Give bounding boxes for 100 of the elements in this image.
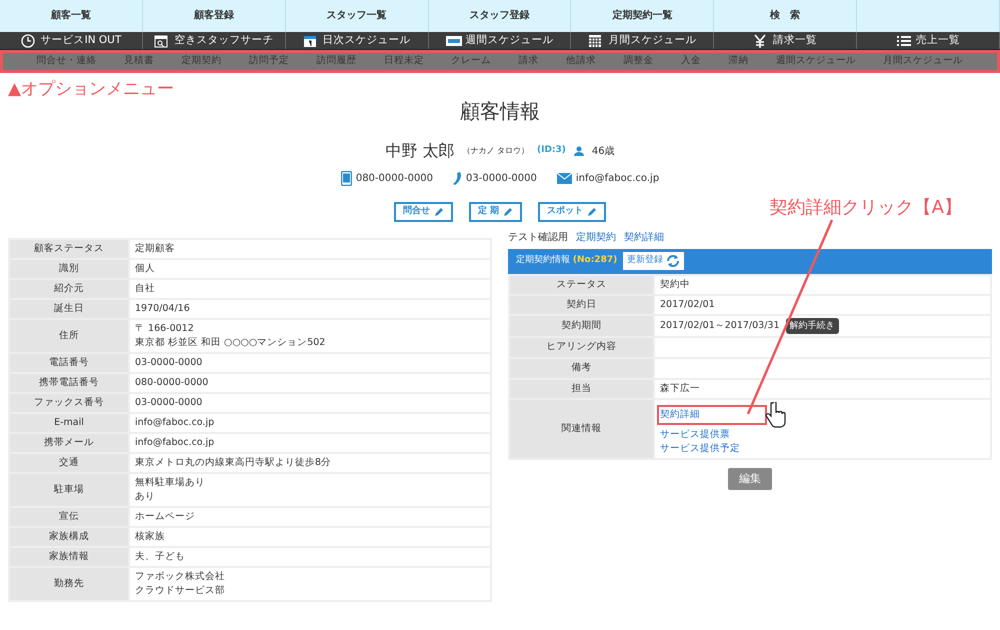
table-cell: ヒアリング内容 — [509, 336, 654, 358]
table-cell: E-mail — [9, 412, 129, 432]
table-cell: 〒 166-0012 東京都 杉並区 和田 ○○○○マンション502 — [129, 318, 491, 352]
link[interactable]: 契約詳細 — [660, 408, 764, 422]
nav-link[interactable]: 月間スケジュール — [588, 32, 696, 49]
nav-link[interactable]: スタッフ一覧 — [326, 10, 387, 21]
nav-link[interactable]: 空きスタッフサーチ — [154, 32, 274, 49]
menu-link[interactable]: 日程未定 — [384, 54, 424, 69]
table-cell: 契約日 — [509, 294, 654, 314]
hand-cursor-icon — [764, 402, 786, 428]
nav-link[interactable]: 検 索 — [770, 10, 800, 21]
table-cell: 定期顧客 — [129, 238, 491, 258]
menu-link[interactable]: 訪問履歴 — [316, 54, 356, 69]
table-cell: 夫、子ども — [129, 546, 491, 566]
table-cell: 契約期間 — [509, 314, 654, 336]
annotation-text: 契約詳細クリック【A】 — [770, 196, 962, 220]
name-reading: （ナカノ タロウ） — [462, 145, 529, 157]
envelope-icon — [556, 173, 572, 184]
table-cell: 2017/02/01 — [654, 294, 991, 314]
table-cell: 個人 — [129, 258, 491, 278]
menu-link[interactable]: 入金 — [680, 54, 701, 69]
table-cell: info@faboc.co.jp — [129, 412, 491, 432]
menu-link[interactable]: 週間スケジュール — [776, 54, 856, 69]
table-cell: ファボック株式会社 クラウドサービス部 — [129, 566, 491, 600]
edit-button[interactable]: スポット — [538, 202, 606, 222]
table-cell: 1970/04/16 — [129, 298, 491, 318]
menu-link[interactable]: 滞納 — [728, 54, 748, 69]
menu-link[interactable]: 訪問予定 — [248, 54, 289, 69]
menu-link[interactable]: 調整金 — [624, 54, 654, 69]
table-cell: 080-0000-0000 — [129, 372, 491, 392]
link[interactable]: サービス提供予定 — [660, 442, 740, 456]
table-cell: 森下広一 — [654, 378, 991, 398]
cancel-badge[interactable]: 解約手続き — [786, 318, 839, 334]
menu-link[interactable]: 見積書 — [124, 54, 154, 69]
edit-button[interactable]: 問合せ — [394, 202, 453, 222]
phone-handset-icon — [453, 171, 462, 186]
nav-link[interactable]: 売上一覧 — [896, 32, 960, 49]
link[interactable]: サービス提供票 — [660, 428, 730, 442]
link[interactable]: 定期契約 — [576, 230, 616, 244]
table-cell: 備考 — [509, 358, 654, 378]
table-cell: 東京メトロ丸の内線東高円寺駅より徒歩8分 — [129, 452, 491, 472]
nav-link[interactable]: 顧客登録 — [194, 10, 234, 21]
nav-link[interactable]: 週間スケジュール — [446, 32, 554, 49]
table-cell: 携帯電話番号 — [9, 372, 129, 392]
table-cell: 電話番号 — [9, 352, 129, 372]
table-cell: 交通 — [9, 452, 129, 472]
menu-link[interactable]: 月間スケジュール — [883, 54, 964, 69]
email-text: info@faboc.co.jp — [576, 172, 660, 186]
edit-button[interactable]: 編集 — [728, 468, 772, 490]
table-cell-text: 2017/02/01～2017/03/31 — [660, 318, 780, 332]
phone-text: 080-0000-0000 — [356, 172, 434, 186]
table-cell: 駐車場 — [9, 472, 129, 506]
week-calendar-icon — [446, 34, 462, 48]
menu-link[interactable]: 他請求 — [566, 54, 596, 69]
menu-link[interactable]: クレーム — [451, 54, 492, 69]
table-cell: 家族情報 — [9, 546, 129, 566]
nav-link[interactable]: 定期契約一覧 — [612, 10, 672, 21]
label-text: テスト確認用 — [508, 230, 568, 244]
link[interactable]: 契約詳細 — [624, 230, 664, 244]
menu-link[interactable]: 請求 — [518, 54, 539, 69]
table-cell: 誕生日 — [9, 298, 129, 318]
table-cell: 住所 — [9, 318, 129, 352]
renew-button[interactable]: 更新登録 — [623, 252, 684, 270]
nav-link[interactable]: 日次スケジュール — [302, 32, 411, 49]
table-cell: 識別 — [9, 258, 129, 278]
nav-link[interactable]: 請求一覧 — [753, 32, 818, 49]
pencil-icon — [503, 206, 514, 217]
panel-title: 定期契約情報 (No:287) — [516, 254, 618, 268]
calendar-search-icon — [154, 34, 170, 48]
table-cell: 関連情報 — [509, 398, 654, 458]
customer-name: 中野 太郎 — [385, 140, 454, 162]
table-cell: 03-0000-0000 — [129, 352, 491, 372]
table-cell: 顧客ステータス — [9, 238, 129, 258]
nav-link[interactable]: サービスIN OUT — [20, 32, 122, 49]
phone-text: 03-0000-0000 — [466, 172, 537, 186]
age-text: 46歳 — [592, 144, 615, 158]
customer-id: (ID:3) — [536, 144, 566, 158]
table-cell: info@faboc.co.jp — [129, 432, 491, 452]
nav-link[interactable]: スタッフ登録 — [470, 10, 530, 21]
person-icon — [574, 146, 584, 156]
annotation-text: ▲オプションメニュー — [8, 79, 174, 99]
menu-link[interactable]: 問合せ・連絡 — [36, 54, 97, 69]
pencil-icon — [587, 206, 598, 217]
table-cell: 03-0000-0000 — [129, 392, 491, 412]
refresh-icon — [666, 254, 680, 268]
table-cell: ファックス番号 — [9, 392, 129, 412]
table-cell: 家族構成 — [9, 526, 129, 546]
edit-button[interactable]: 定 期 — [468, 202, 522, 222]
mobile-phone-icon — [340, 171, 352, 186]
clock-icon — [20, 34, 37, 48]
pencil-icon — [434, 206, 444, 217]
menu-link[interactable]: 定期契約 — [182, 54, 222, 69]
table-cell: 紹介元 — [9, 278, 129, 298]
table-cell: 核家族 — [129, 526, 491, 546]
nav-link[interactable]: 顧客一覧 — [50, 10, 91, 21]
table-cell: 自社 — [129, 278, 491, 298]
list-icon — [896, 34, 912, 48]
page-title: 顧客情報 — [460, 99, 540, 123]
table-cell: 無料駐車場あり あり — [129, 472, 491, 506]
table-cell: 契約中 — [654, 274, 991, 294]
